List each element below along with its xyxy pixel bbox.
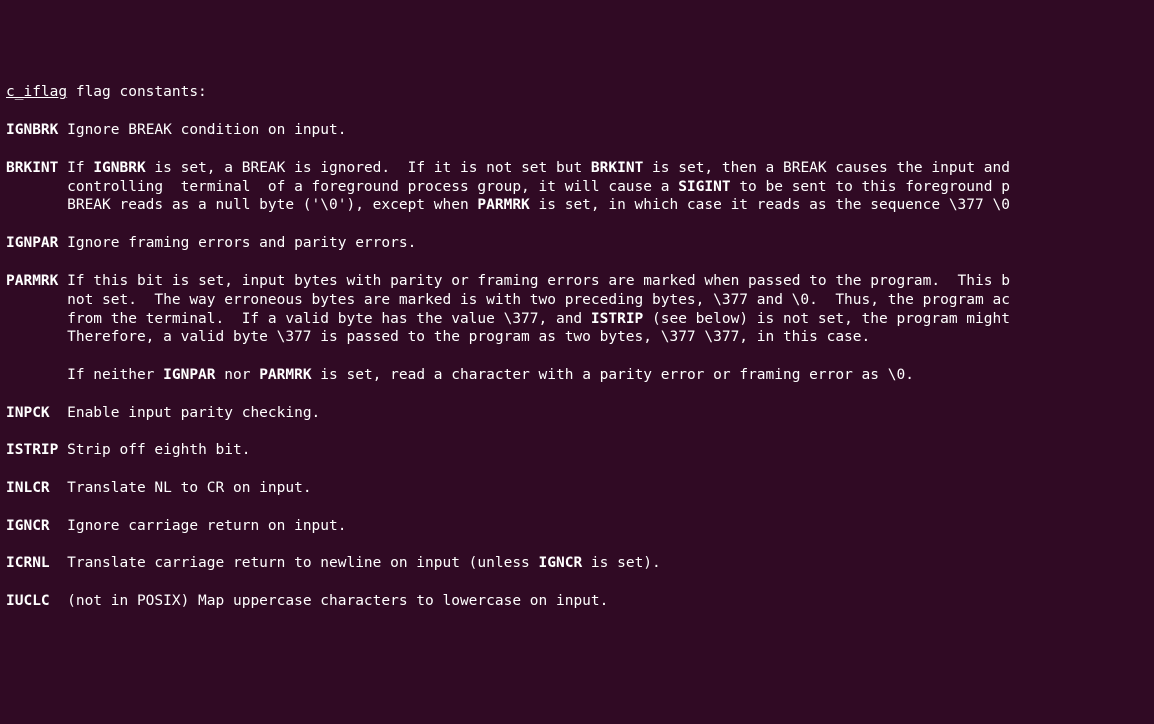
text-segment: Therefore, a valid byte \377 is passed t… [6, 329, 870, 345]
blank-line [6, 611, 1148, 630]
blank-line [6, 215, 1148, 234]
entry-line: controlling terminal of a foreground pro… [6, 178, 1148, 197]
header-underlined: c_iflag [6, 84, 67, 100]
text-segment: to be sent to this foreground p [731, 179, 1010, 195]
inline-bold: ISTRIP [591, 311, 643, 327]
text-segment: If [58, 160, 93, 176]
flag-ignbrk: IGNBRK [6, 122, 58, 138]
flag-ignpar-desc: Ignore framing errors and parity errors. [58, 235, 416, 251]
section-header: c_iflag flag constants: [6, 83, 1148, 102]
flag-iuclc: IUCLC [6, 593, 50, 609]
entry-line: If neither IGNPAR nor PARMRK is set, rea… [6, 366, 1148, 385]
blank-line [6, 460, 1148, 479]
inline-bold: IGNCR [539, 555, 583, 571]
flag-igncr: IGNCR [6, 518, 50, 534]
text-segment: is set, a BREAK is ignored. If it is not… [146, 160, 591, 176]
flag-ignpar: IGNPAR [6, 235, 58, 251]
entry-line: INLCR Translate NL to CR on input. [6, 479, 1148, 498]
entry-line: IGNCR Ignore carriage return on input. [6, 517, 1148, 536]
text-segment: If this bit is set, input bytes with par… [58, 273, 1010, 289]
blank-line [6, 140, 1148, 159]
text-segment: from the terminal. If a valid byte has t… [6, 311, 591, 327]
text-segment: is set, in which case it reads as the se… [530, 197, 1010, 213]
entry-line: from the terminal. If a valid byte has t… [6, 310, 1148, 329]
blank-line [6, 102, 1148, 121]
entry-line: BREAK reads as a null byte ('\0'), excep… [6, 196, 1148, 215]
text-segment: controlling terminal of a foreground pro… [6, 179, 678, 195]
inline-bold: SIGINT [678, 179, 730, 195]
entry-line: PARMRK If this bit is set, input bytes w… [6, 272, 1148, 291]
flag-inpck: INPCK [6, 405, 50, 421]
text-segment: is set, then a BREAK causes the input an… [643, 160, 1010, 176]
flag-inpck-desc: Enable input parity checking. [50, 405, 321, 421]
entry-line: INPCK Enable input parity checking. [6, 404, 1148, 423]
text-segment: is set). [582, 555, 661, 571]
manpage-content: c_iflag flag constants: IGNBRK Ignore BR… [6, 83, 1148, 629]
flag-brkint: BRKINT [6, 160, 58, 176]
blank-line [6, 498, 1148, 517]
text-segment: is set, read a character with a parity e… [312, 367, 914, 383]
text-segment: If neither [6, 367, 163, 383]
text-segment: nor [216, 367, 260, 383]
blank-line [6, 385, 1148, 404]
text-segment: (see below) is not set, the program migh… [643, 311, 1010, 327]
entry-line: ICRNL Translate carriage return to newli… [6, 554, 1148, 573]
blank-line [6, 253, 1148, 272]
entry-line: IGNBRK Ignore BREAK condition on input. [6, 121, 1148, 140]
blank-line [6, 423, 1148, 442]
blank-line [6, 573, 1148, 592]
entry-line: IUCLC (not in POSIX) Map uppercase chara… [6, 592, 1148, 611]
blank-line [6, 536, 1148, 555]
inline-bold: BRKINT [591, 160, 643, 176]
inline-bold: PARMRK [259, 367, 311, 383]
flag-istrip: ISTRIP [6, 442, 58, 458]
entry-line: BRKINT If IGNBRK is set, a BREAK is igno… [6, 159, 1148, 178]
inline-bold: PARMRK [477, 197, 529, 213]
entry-line: Therefore, a valid byte \377 is passed t… [6, 328, 1148, 347]
text-segment: Translate carriage return to newline on … [50, 555, 539, 571]
inline-bold: IGNPAR [163, 367, 215, 383]
flag-icrnl: ICRNL [6, 555, 50, 571]
flag-iuclc-desc: (not in POSIX) Map uppercase characters … [50, 593, 609, 609]
flag-parmrk: PARMRK [6, 273, 58, 289]
header-rest: flag constants: [67, 84, 207, 100]
flag-igncr-desc: Ignore carriage return on input. [50, 518, 347, 534]
text-segment: BREAK reads as a null byte ('\0'), excep… [6, 197, 477, 213]
flag-istrip-desc: Strip off eighth bit. [58, 442, 250, 458]
text-segment: not set. The way erroneous bytes are mar… [6, 292, 1010, 308]
entry-line: IGNPAR Ignore framing errors and parity … [6, 234, 1148, 253]
flag-ignbrk-desc: Ignore BREAK condition on input. [58, 122, 346, 138]
flag-inlcr-desc: Translate NL to CR on input. [50, 480, 312, 496]
entry-line: ISTRIP Strip off eighth bit. [6, 441, 1148, 460]
blank-line [6, 347, 1148, 366]
inline-bold: IGNBRK [93, 160, 145, 176]
entry-line: not set. The way erroneous bytes are mar… [6, 291, 1148, 310]
flag-inlcr: INLCR [6, 480, 50, 496]
